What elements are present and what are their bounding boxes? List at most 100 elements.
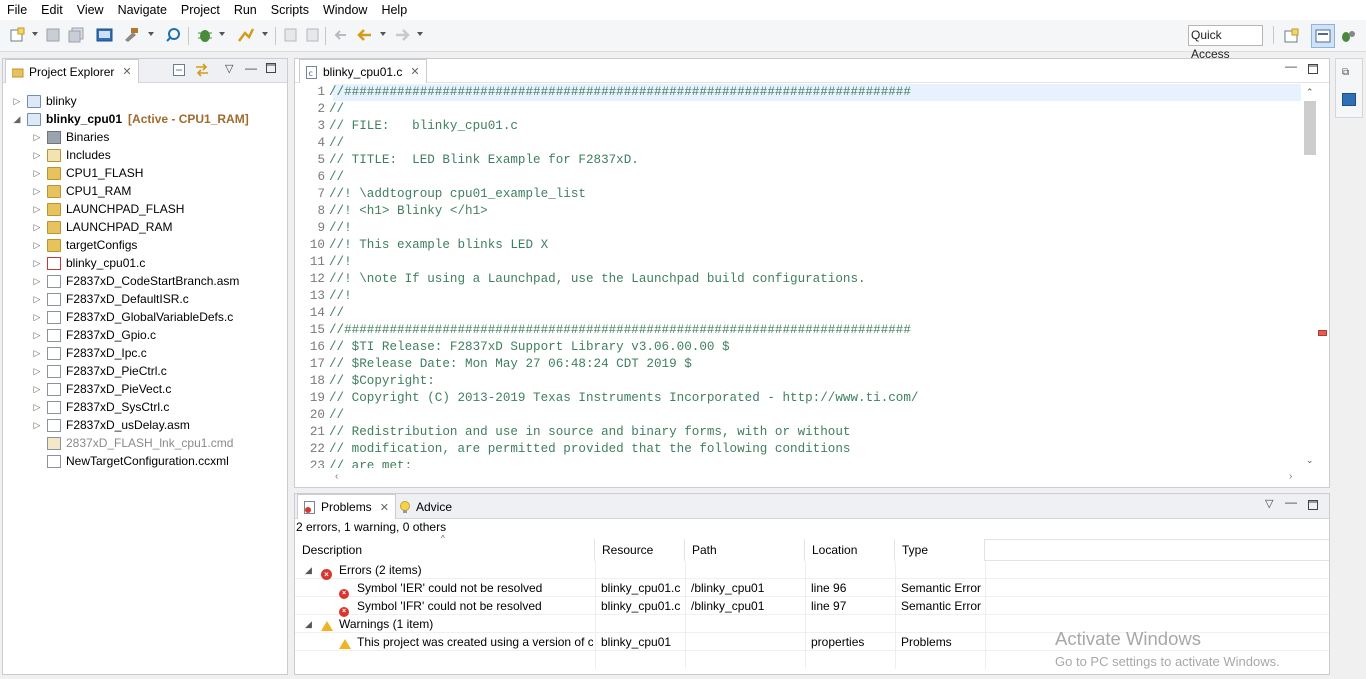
chevron-down-icon[interactable]	[380, 32, 386, 36]
restore-icon[interactable]: ⧉	[1342, 67, 1349, 78]
scroll-right-icon[interactable]: ›	[1289, 471, 1292, 482]
collapsed-arrow-icon[interactable]: ▷	[31, 420, 43, 431]
tree-item[interactable]: ▷ F2837xD_PieVect.c	[3, 380, 289, 398]
table-row[interactable]: × Symbol 'IER' could not be resolved blink…	[295, 579, 1329, 599]
tree-item[interactable]: ▷ F2837xD_usDelay.asm	[3, 416, 289, 434]
tree-item[interactable]: ▷ F2837xD_DefaultISR.c	[3, 290, 289, 308]
flash-icon[interactable]	[237, 27, 255, 43]
cc-debug-perspective-icon[interactable]	[1339, 28, 1357, 44]
terminal-icon[interactable]	[96, 27, 114, 43]
tree-item[interactable]: ▷ LAUNCHPAD_RAM	[3, 218, 289, 236]
minimize-icon[interactable]: —	[1285, 59, 1297, 73]
vertical-scrollbar[interactable]: ⌃ ⌄	[1303, 85, 1317, 469]
collapsed-arrow-icon[interactable]: ▷	[31, 132, 43, 143]
scrollbar-thumb[interactable]	[1304, 101, 1316, 155]
column-header-path[interactable]: Path	[685, 539, 805, 561]
prev-annotation-icon[interactable]	[282, 27, 300, 43]
last-edit-icon[interactable]	[332, 27, 350, 43]
collapsed-arrow-icon[interactable]: ▷	[31, 384, 43, 395]
maximize-icon[interactable]	[1308, 64, 1318, 77]
tab-project-explorer[interactable]: Project Explorer ✕	[5, 59, 139, 83]
tree-item[interactable]: ▷ CPU1_FLASH	[3, 164, 289, 182]
collapsed-arrow-icon[interactable]: ▷	[31, 222, 43, 233]
new-icon[interactable]	[9, 27, 27, 43]
collapsed-arrow-icon[interactable]: ▷	[31, 402, 43, 413]
maximize-icon[interactable]	[1308, 500, 1318, 513]
tree-item[interactable]: ▷ Includes	[3, 146, 289, 164]
column-header-location[interactable]: Location	[805, 539, 895, 561]
next-annotation-icon[interactable]	[304, 27, 322, 43]
tree-item[interactable]: ▷ F2837xD_GlobalVariableDefs.c	[3, 308, 289, 326]
back-arrow-icon[interactable]	[356, 27, 374, 43]
column-header-description[interactable]: Description	[295, 539, 595, 561]
chevron-down-icon[interactable]	[262, 32, 268, 36]
menu-edit[interactable]: Edit	[34, 0, 70, 20]
expanded-arrow-icon[interactable]: ◢	[305, 561, 312, 579]
view-menu-icon[interactable]: ▽	[1265, 497, 1273, 510]
tree-item[interactable]: NewTargetConfiguration.ccxml	[3, 452, 289, 470]
collapsed-arrow-icon[interactable]: ▷	[31, 240, 43, 251]
link-with-editor-icon[interactable]	[194, 63, 210, 80]
menu-scripts[interactable]: Scripts	[264, 0, 316, 20]
chevron-down-icon[interactable]	[417, 32, 423, 36]
tab-blinky-cpu01-c[interactable]: c blinky_cpu01.c ✕	[299, 59, 427, 83]
collapsed-arrow-icon[interactable]: ▷	[31, 312, 43, 323]
chevron-down-icon[interactable]	[219, 32, 225, 36]
tree-item[interactable]: ▷ blinky	[3, 92, 289, 110]
collapsed-arrow-icon[interactable]: ▷	[31, 276, 43, 287]
search-icon[interactable]	[165, 27, 183, 43]
save-icon[interactable]	[45, 27, 63, 43]
collapsed-arrow-icon[interactable]: ▷	[31, 168, 43, 179]
cc-edit-perspective-icon[interactable]	[1311, 24, 1335, 48]
menu-run[interactable]: Run	[227, 0, 264, 20]
tree-item[interactable]: ▷ LAUNCHPAD_FLASH	[3, 200, 289, 218]
view-menu-icon[interactable]: ▽	[225, 62, 233, 75]
scroll-up-icon[interactable]: ⌃	[1306, 87, 1314, 98]
column-header-type[interactable]: Type	[895, 539, 985, 561]
tree-item[interactable]: ▷ targetConfigs	[3, 236, 289, 254]
collapsed-arrow-icon[interactable]: ▷	[31, 366, 43, 377]
menu-help[interactable]: Help	[374, 0, 414, 20]
collapsed-arrow-icon[interactable]: ▷	[31, 186, 43, 197]
menu-navigate[interactable]: Navigate	[111, 0, 174, 20]
terminal-icon[interactable]	[1342, 93, 1356, 106]
collapse-all-icon[interactable]	[173, 64, 185, 79]
tab-advice[interactable]: Advice	[393, 494, 458, 519]
expanded-arrow-icon[interactable]: ◢	[305, 615, 312, 633]
tree-item[interactable]: ▷ CPU1_RAM	[3, 182, 289, 200]
horizontal-scrollbar[interactable]: ‹ ›	[335, 471, 1301, 485]
collapsed-arrow-icon[interactable]: ▷	[31, 330, 43, 341]
quick-access-field[interactable]: Quick Access	[1188, 25, 1263, 61]
table-row[interactable]: × Symbol 'IFR' could not be resolved blink…	[295, 597, 1329, 617]
forward-arrow-icon[interactable]	[393, 27, 411, 43]
collapsed-arrow-icon[interactable]: ▷	[31, 150, 43, 161]
menu-view[interactable]: View	[70, 0, 111, 20]
collapsed-arrow-icon[interactable]: ▷	[31, 348, 43, 359]
tab-problems[interactable]: Problems ✕	[297, 494, 396, 519]
tree-item[interactable]: ▷ F2837xD_SysCtrl.c	[3, 398, 289, 416]
tree-item[interactable]: ▷ F2837xD_CodeStartBranch.asm	[3, 272, 289, 290]
collapsed-arrow-icon[interactable]: ▷	[11, 96, 23, 107]
close-icon[interactable]: ✕	[410, 65, 419, 78]
tree-item[interactable]: ▷ Binaries	[3, 128, 289, 146]
scroll-down-icon[interactable]: ⌄	[1306, 455, 1314, 466]
expanded-arrow-icon[interactable]: ◢	[11, 114, 23, 125]
tree-item[interactable]: 2837xD_FLASH_lnk_cpu1.cmd	[3, 434, 289, 452]
tree-item[interactable]: ▷ F2837xD_Ipc.c	[3, 344, 289, 362]
maximize-icon[interactable]	[266, 63, 276, 76]
scroll-left-icon[interactable]: ‹	[335, 471, 338, 482]
collapsed-arrow-icon[interactable]: ▷	[31, 294, 43, 305]
debug-icon[interactable]	[196, 27, 214, 43]
minimize-icon[interactable]: —	[245, 61, 257, 75]
tree-item[interactable]: ▷ F2837xD_PieCtrl.c	[3, 362, 289, 380]
open-perspective-icon[interactable]	[1283, 28, 1301, 44]
column-header-resource[interactable]: Resource	[595, 539, 685, 561]
close-icon[interactable]: ✕	[380, 501, 389, 514]
collapsed-arrow-icon[interactable]: ▷	[31, 204, 43, 215]
chevron-down-icon[interactable]	[32, 32, 38, 36]
menu-project[interactable]: Project	[174, 0, 227, 20]
save-all-icon[interactable]	[68, 27, 86, 43]
menu-window[interactable]: Window	[316, 0, 374, 20]
tree-item[interactable]: ▷ blinky_cpu01.c	[3, 254, 289, 272]
menu-file[interactable]: File	[0, 0, 34, 20]
